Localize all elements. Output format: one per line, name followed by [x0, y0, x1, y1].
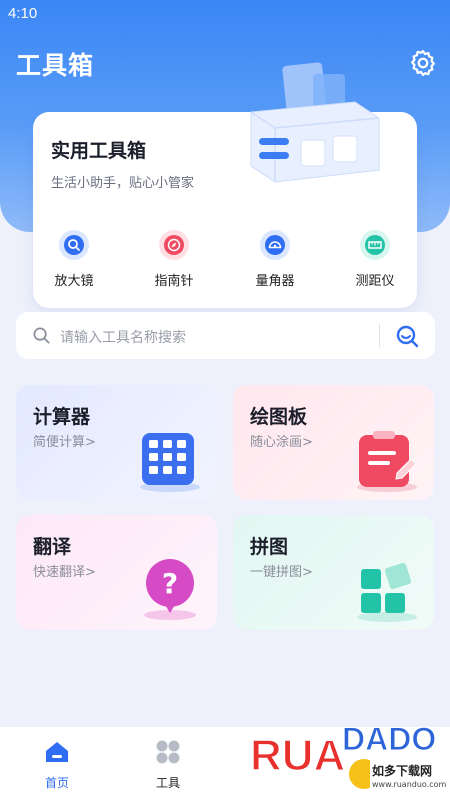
svg-text:DADO: DADO [342, 721, 436, 757]
card-title: 实用工具箱 [51, 140, 147, 162]
magnifier-icon [59, 230, 89, 260]
watermark-logo: RUA DADO 如多下载网 www.ruanduo.com [249, 721, 446, 791]
grid-icon [156, 740, 180, 764]
compass-icon [159, 230, 189, 260]
svg-text:?: ? [162, 567, 178, 600]
home-icon [46, 742, 68, 762]
tile-translate[interactable]: 翻译 快速翻译> ? [16, 515, 217, 630]
quick-tool-label: 指南针 [154, 274, 194, 289]
tile-subtitle: 随心涂画> [250, 435, 313, 450]
card-subtitle: 生活小助手，贴心小管家 [51, 176, 195, 191]
quick-tool-rangefinder[interactable]: 测距仪 [335, 230, 415, 289]
protractor-icon [260, 230, 290, 260]
tile-subtitle: 快速翻译> [33, 565, 96, 580]
tab-home[interactable]: 首页 [27, 737, 87, 791]
puzzle-blocks-icon [357, 562, 417, 622]
tile-drawing-board[interactable]: 绘图板 随心涂画> [233, 385, 434, 500]
search-divider [379, 324, 380, 347]
quick-tool-label: 测距仪 [355, 274, 395, 289]
status-time: 4:10 [8, 5, 38, 22]
clipboard-pen-icon [357, 431, 417, 492]
tile-title: 绘图板 [250, 406, 308, 428]
tile-title: 翻译 [33, 536, 72, 558]
toolbox-card: 实用工具箱 生活小助手，贴心小管家 放大镜 指南针 量角器 测距仪 [33, 60, 417, 308]
tile-calculator[interactable]: 计算器 简便计算> [16, 385, 217, 500]
tile-title: 计算器 [33, 406, 91, 428]
svg-text:RUA: RUA [250, 731, 345, 780]
search-input[interactable]: 请输入工具名称搜索 [60, 327, 186, 347]
tile-subtitle: 简便计算> [33, 435, 96, 450]
svg-text:www.ruanduo.com: www.ruanduo.com [372, 780, 446, 789]
quick-tool-label: 放大镜 [54, 274, 94, 289]
search-icon [33, 327, 50, 344]
tab-label: 首页 [44, 776, 69, 790]
tab-label: 工具 [155, 776, 180, 790]
tile-title: 拼图 [250, 536, 289, 558]
tile-subtitle: 一键拼图> [250, 565, 313, 580]
ruler-icon [360, 230, 390, 260]
quick-tool-magnifier[interactable]: 放大镜 [34, 230, 114, 289]
quick-tool-compass[interactable]: 指南针 [134, 230, 214, 289]
gear-icon[interactable] [408, 48, 438, 78]
page-title: 工具箱 [16, 51, 95, 80]
svg-text:如多下载网: 如多下载网 [372, 763, 432, 778]
quick-tool-label: 量角器 [255, 274, 295, 289]
search-bar[interactable]: 请输入工具名称搜索 [16, 312, 435, 359]
toolbox-illustration [250, 60, 380, 183]
question-bubble-icon: ? [144, 559, 196, 620]
tab-tools[interactable]: 工具 [138, 737, 198, 791]
calculator-icon [140, 433, 200, 492]
tile-puzzle[interactable]: 拼图 一键拼图> [233, 515, 434, 630]
quick-tool-protractor[interactable]: 量角器 [235, 230, 315, 289]
search-button-icon[interactable] [394, 323, 420, 349]
